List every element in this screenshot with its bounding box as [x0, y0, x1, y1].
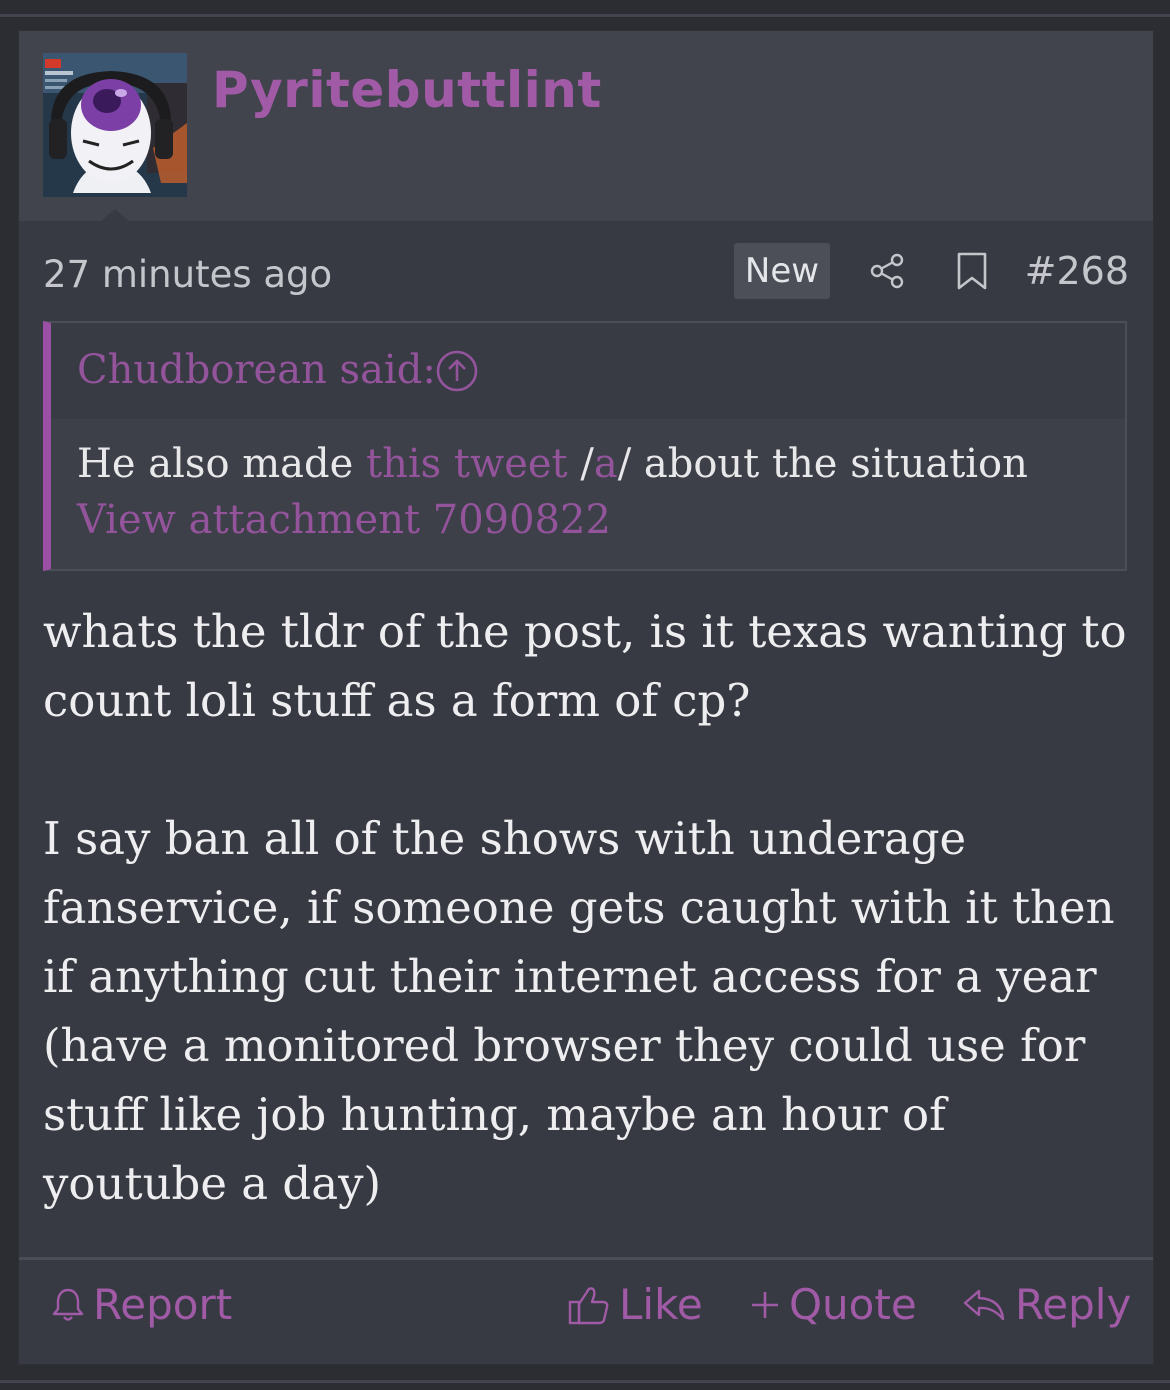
previous-post-edge — [0, 0, 1170, 17]
report-button[interactable]: Report — [51, 1280, 232, 1329]
share-icon[interactable] — [869, 253, 905, 289]
quote-button[interactable]: Quote — [749, 1280, 917, 1329]
report-label: Report — [93, 1280, 233, 1329]
post-number-link[interactable]: #268 — [1025, 249, 1129, 293]
forum-post: Pyritebuttlint 27 minutes ago New #268 C… — [18, 30, 1154, 1365]
next-post-edge — [0, 1380, 1170, 1390]
post-message: whats the tldr of the post, is it texas … — [43, 597, 1133, 1218]
quote-header: Chudborean said: — [51, 323, 1125, 419]
reply-button[interactable]: Reply — [961, 1280, 1131, 1329]
board-link[interactable]: a — [594, 441, 618, 487]
username-link[interactable]: Pyritebuttlint — [212, 61, 602, 119]
quote-label: Quote — [789, 1280, 917, 1329]
bell-icon — [52, 1288, 84, 1321]
post-meta: 27 minutes ago New #268 — [19, 241, 1153, 301]
header-pointer — [99, 209, 131, 223]
thumbs-up-icon — [568, 1286, 609, 1324]
reply-icon — [963, 1289, 1005, 1320]
quote-body: He also made this tweet /a/ about the si… — [77, 441, 1028, 487]
new-badge: New — [734, 243, 830, 299]
bookmark-icon[interactable] — [955, 251, 989, 291]
quote-text: / about the situation — [617, 441, 1028, 487]
plus-icon — [752, 1291, 778, 1318]
quote-text: He also made — [77, 441, 367, 487]
quote-author-link[interactable]: Chudborean said: — [77, 347, 436, 393]
like-button[interactable]: Like — [567, 1280, 703, 1329]
quote-text: / — [567, 441, 594, 487]
quote-block: Chudborean said: He also made this tweet… — [43, 321, 1127, 571]
attachment-link[interactable]: View attachment 7090822 — [77, 497, 611, 543]
tweet-link[interactable]: this tweet — [366, 441, 568, 487]
post-actions: Report Like Quote Reply — [19, 1257, 1153, 1367]
reply-label: Reply — [1015, 1280, 1132, 1329]
post-header: Pyritebuttlint — [19, 31, 1153, 223]
quote-arrow-icon[interactable] — [435, 349, 479, 393]
post-timestamp[interactable]: 27 minutes ago — [43, 253, 332, 296]
message-paragraph: whats the tldr of the post, is it texas … — [43, 605, 1127, 727]
like-label: Like — [619, 1280, 703, 1329]
avatar[interactable] — [43, 53, 187, 197]
message-paragraph: I say ban all of the shows with underage… — [43, 812, 1115, 1210]
